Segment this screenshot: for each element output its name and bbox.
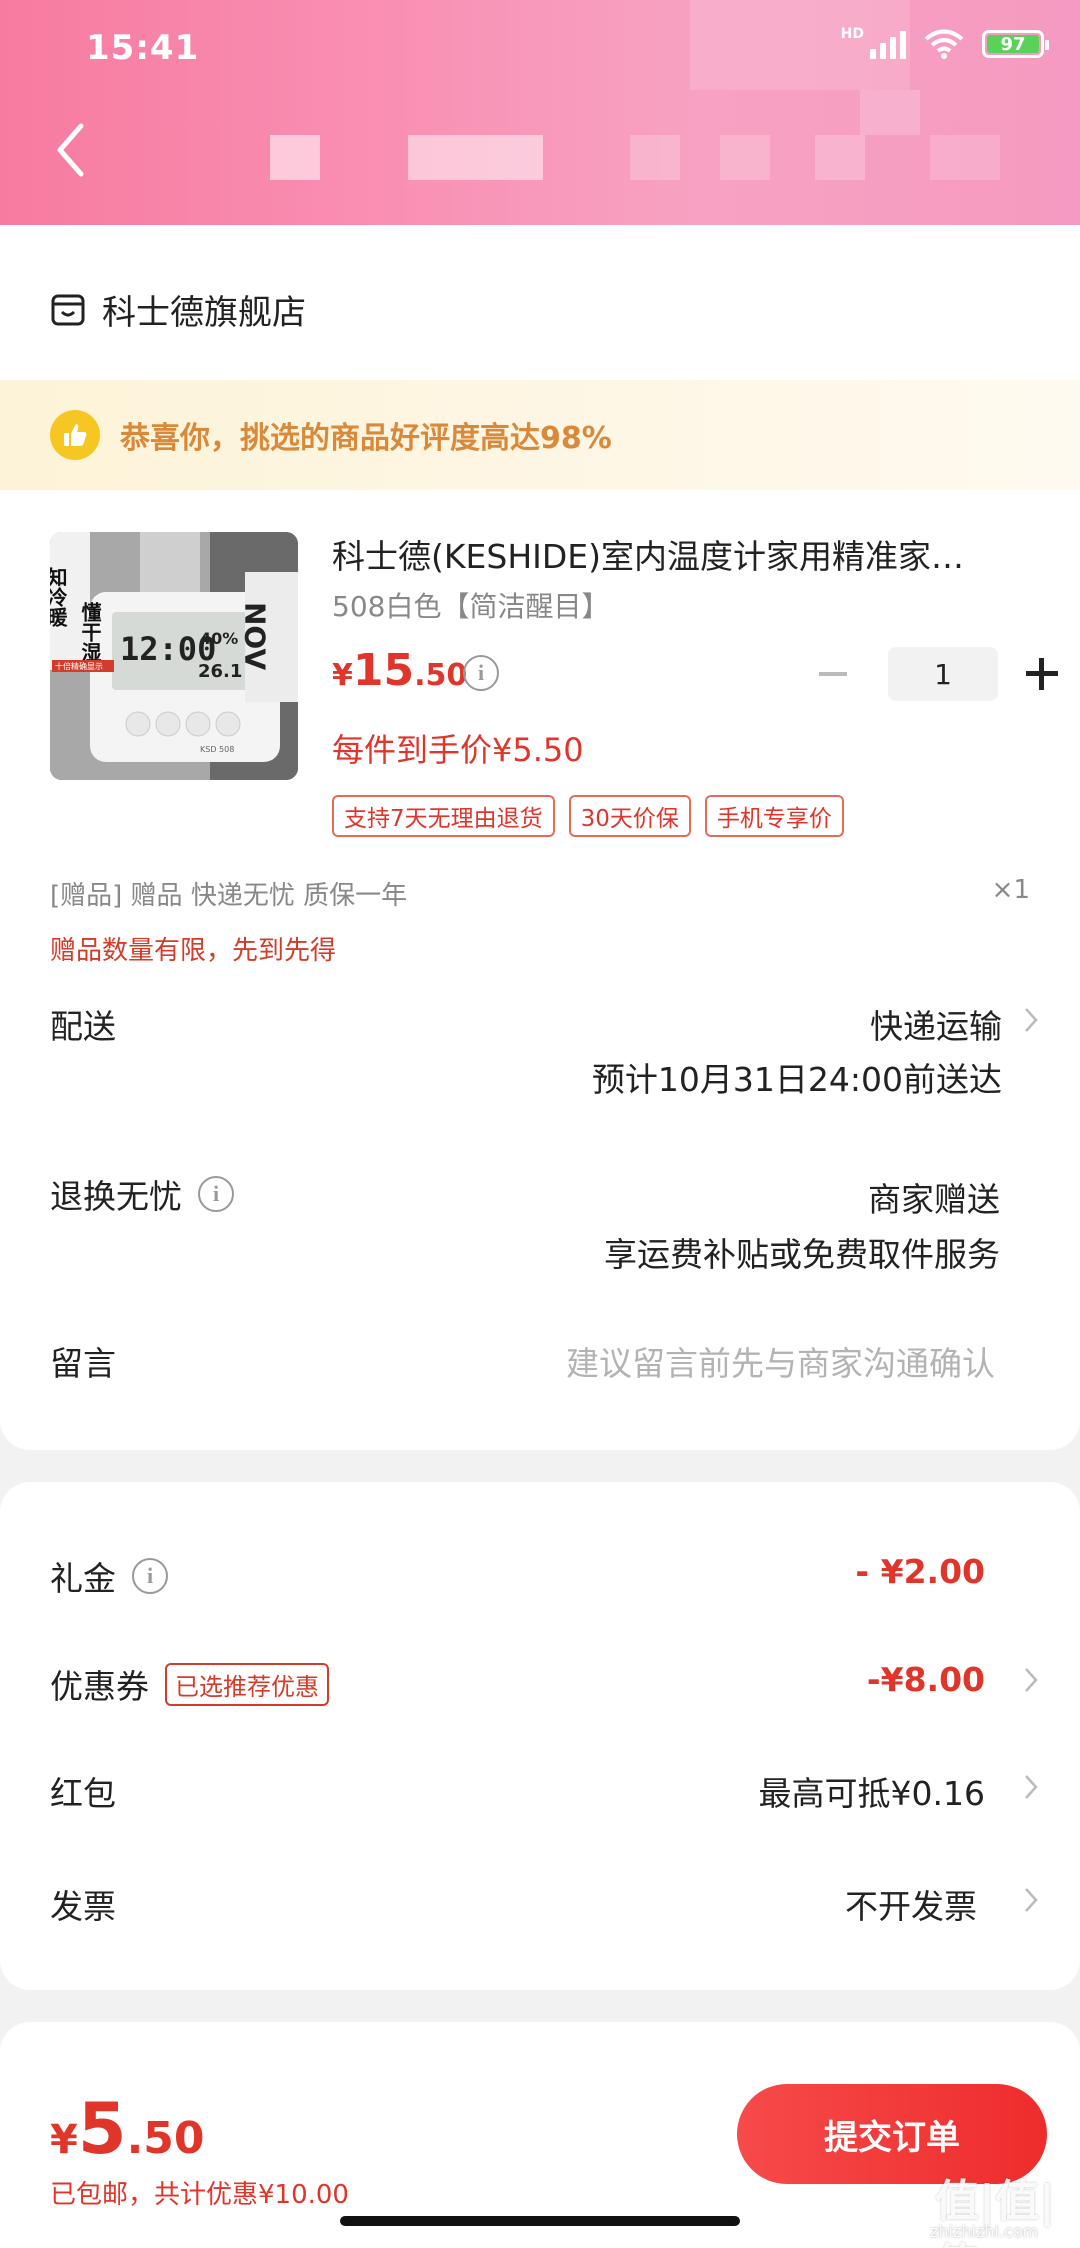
returns-row-label: 退换无忧 i bbox=[50, 1170, 234, 1218]
message-label: 留言 bbox=[50, 1344, 116, 1383]
product-image[interactable]: 12:00 40% 26.1 KSD 508 知冷暖 懂干湿 十倍精确显示 NO… bbox=[50, 532, 298, 780]
image-right-title: 懂干湿 bbox=[78, 601, 102, 662]
blur-block bbox=[815, 135, 865, 180]
blur-block bbox=[720, 135, 770, 180]
home-indicator[interactable] bbox=[340, 2216, 740, 2226]
temp-text: 26.1 bbox=[198, 661, 242, 682]
blur-block bbox=[270, 135, 320, 180]
coupon-row-label[interactable]: 优惠券 已选推荐优惠 bbox=[50, 1660, 329, 1708]
price-decimal: .50 bbox=[414, 658, 468, 693]
model-text: KSD 508 bbox=[200, 745, 234, 754]
returns-value2: 享运费补贴或免费取件服务 bbox=[604, 1235, 1000, 1274]
store-icon bbox=[51, 294, 85, 325]
total-subtext: 已包邮，共计优惠¥10.00 bbox=[50, 2180, 349, 2210]
delivery-label: 配送 bbox=[50, 1007, 116, 1046]
status-icons: HD 97 bbox=[840, 26, 1049, 60]
service-tags: 支持7天无理由退货 30天价保 手机专享价 bbox=[332, 795, 844, 837]
store-name: 科士德旗舰店 bbox=[102, 293, 306, 333]
tag-return: 支持7天无理由退货 bbox=[332, 795, 555, 837]
quantity-stepper: 1 bbox=[808, 647, 1062, 701]
blur-block bbox=[408, 135, 543, 180]
gift-row: [赠品] 赠品 快递无忧 质保一年 ×1 bbox=[50, 875, 1030, 912]
plus-button[interactable] bbox=[1022, 654, 1062, 694]
chevron-right-icon[interactable] bbox=[1022, 1005, 1040, 1035]
battery-icon: 97 bbox=[982, 30, 1049, 58]
signal-icon bbox=[870, 29, 906, 59]
gift-label: [赠品] 赠品 快递无忧 质保一年 bbox=[50, 881, 408, 911]
image-badge: 十倍精确显示 bbox=[55, 661, 103, 671]
gift-count: ×1 bbox=[991, 875, 1030, 905]
chevron-right-icon[interactable] bbox=[1022, 1885, 1040, 1915]
price-integer: 15 bbox=[352, 645, 415, 696]
wifi-icon bbox=[924, 29, 964, 59]
battery-level: 97 bbox=[1000, 33, 1026, 55]
price-info-icon[interactable]: i bbox=[463, 655, 499, 691]
blur-block bbox=[860, 90, 920, 135]
returns-value1: 商家赠送 bbox=[868, 1180, 1000, 1219]
store-row[interactable]: 科士德旗舰店 bbox=[50, 285, 306, 334]
back-button[interactable] bbox=[50, 120, 90, 180]
thumbs-up-icon bbox=[50, 410, 100, 460]
coupon-label: 优惠券 bbox=[50, 1667, 149, 1706]
gift-money-info-icon[interactable]: i bbox=[132, 1558, 168, 1594]
tag-price-protect: 30天价保 bbox=[568, 795, 691, 837]
total-decimal: .50 bbox=[126, 2113, 205, 2164]
gift-money-value: - ¥2.00 bbox=[855, 1552, 985, 1591]
image-left-title: 知冷暖 bbox=[50, 566, 68, 628]
returns-label: 退换无忧 bbox=[50, 1177, 182, 1216]
hd-label: HD bbox=[840, 26, 864, 42]
quantity-input[interactable]: 1 bbox=[888, 647, 998, 701]
coupon-tag: 已选推荐优惠 bbox=[165, 1662, 329, 1706]
blur-block bbox=[630, 135, 680, 180]
gift-money-label: 礼金 bbox=[50, 1559, 116, 1598]
order-card: 科士德旗舰店 恭喜你，挑选的商品好评度高达98% 12:00 40% 26.1 … bbox=[0, 225, 1080, 1450]
delivery-method[interactable]: 快递运输 bbox=[870, 1000, 1002, 1048]
chevron-left-icon bbox=[57, 123, 84, 177]
blur-block bbox=[930, 135, 1000, 180]
gift-note: 赠品数量有限，先到先得 bbox=[50, 936, 337, 966]
invoice-label: 发票 bbox=[50, 1887, 116, 1926]
total-integer: 5 bbox=[77, 2088, 127, 2170]
coupon-value[interactable]: -¥8.00 bbox=[867, 1660, 985, 1699]
chevron-right-icon[interactable] bbox=[1022, 1665, 1040, 1695]
total-price: ¥ 5 .50 bbox=[50, 2088, 205, 2170]
delivery-eta: 预计10月31日24:00前送达 bbox=[591, 1060, 1002, 1099]
tag-mobile-price: 手机专享价 bbox=[704, 795, 844, 837]
product-spec[interactable]: 508白色【简洁醒目】 bbox=[332, 585, 609, 625]
watermark-sub: zhizhizhi.com bbox=[930, 2222, 1039, 2241]
header: 15:41 HD 97 bbox=[0, 0, 1080, 225]
banner-text: 恭喜你，挑选的商品好评度高达98% bbox=[120, 421, 612, 456]
chevron-right-icon[interactable] bbox=[1022, 1772, 1040, 1802]
product-title[interactable]: 科士德(KESHIDE)室内温度计家用精准家… bbox=[332, 530, 1032, 578]
product-price: ¥ 15 .50 bbox=[332, 645, 467, 696]
gift-money-row-label: 礼金 i bbox=[50, 1552, 168, 1600]
image-side-text: NOV bbox=[239, 602, 272, 670]
invoice-value[interactable]: 不开发票 bbox=[845, 1880, 977, 1928]
red-packet-value[interactable]: 最高可抵¥0.16 bbox=[759, 1767, 985, 1815]
per-item-price: 每件到手价¥5.50 bbox=[332, 731, 584, 769]
red-packet-label: 红包 bbox=[50, 1774, 116, 1813]
humidity-text: 40% bbox=[200, 629, 238, 648]
returns-info-icon[interactable]: i bbox=[198, 1176, 234, 1212]
minus-button[interactable] bbox=[808, 649, 858, 699]
message-input[interactable]: 建议留言前先与商家沟通确认 bbox=[566, 1337, 995, 1385]
status-time: 15:41 bbox=[86, 28, 200, 68]
price-symbol: ¥ bbox=[332, 658, 353, 693]
total-symbol: ¥ bbox=[50, 2117, 78, 2163]
discount-card: 礼金 i - ¥2.00 优惠券 已选推荐优惠 -¥8.00 红包 最高可抵¥0… bbox=[0, 1482, 1080, 1990]
rating-banner: 恭喜你，挑选的商品好评度高达98% bbox=[0, 380, 1080, 490]
